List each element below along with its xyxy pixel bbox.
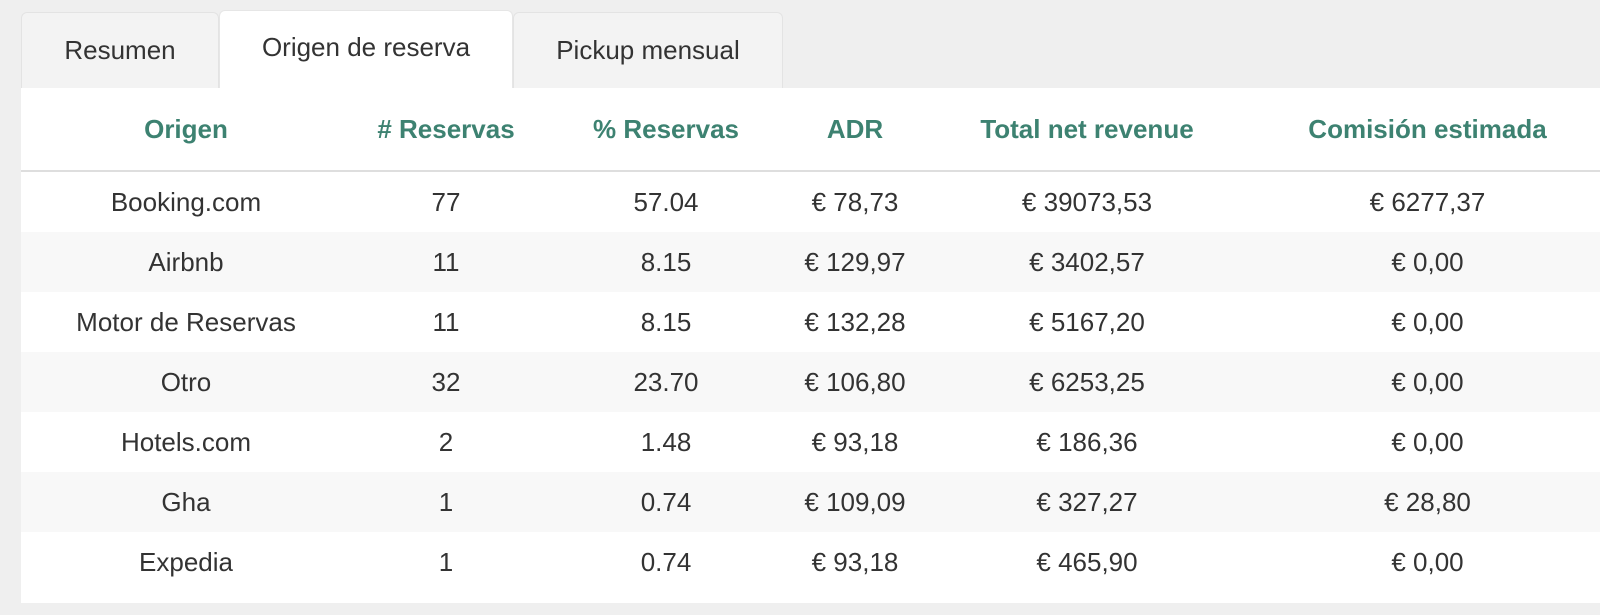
cell-comision: € 0,00 (1255, 232, 1600, 292)
cell-origen: Airbnb (21, 232, 351, 292)
booking-origin-table: Origen # Reservas % Reservas ADR Total n… (21, 88, 1600, 592)
table-row: Gha 1 0.74 € 109,09 € 327,27 € 28,80 (21, 472, 1600, 532)
cell-porcentaje: 0.74 (541, 472, 791, 532)
cell-revenue: € 6253,25 (919, 352, 1255, 412)
cell-porcentaje: 57.04 (633, 186, 699, 217)
column-header-adr[interactable]: ADR (791, 88, 919, 172)
table-row: Otro 32 23.70 € 106,80 € 6253,25 € 0,00 (21, 352, 1600, 412)
cell-adr: € 129,97 (791, 232, 919, 292)
cell-adr: € 109,09 (791, 472, 919, 532)
column-header-total-net-revenue[interactable]: Total net revenue (919, 88, 1255, 172)
cell-origen: Expedia (139, 546, 233, 577)
tab-bar: Resumen Origen de reserva Pickup mensual (21, 10, 783, 88)
column-header-reservas[interactable]: # Reservas (351, 88, 541, 172)
cell-comision: € 0,00 (1391, 306, 1464, 337)
cell-reservas: 1 (438, 546, 454, 577)
table-header-row: Origen # Reservas % Reservas ADR Total n… (21, 88, 1600, 172)
cell-reservas: 32 (351, 352, 541, 412)
cell-adr: € 106,80 (791, 352, 919, 412)
cell-adr: € 93,18 (811, 546, 899, 577)
cell-porcentaje: 1.48 (640, 426, 692, 457)
cell-comision: € 28,80 (1255, 472, 1600, 532)
cell-porcentaje: 0.74 (640, 546, 692, 577)
cell-comision: € 0,00 (1391, 546, 1464, 577)
cell-origen: Gha (21, 472, 351, 532)
tab-origen-de-reserva[interactable]: Origen de reserva (219, 10, 513, 88)
column-header-comision-estimada[interactable]: Comisión estimada (1255, 88, 1600, 172)
cell-revenue: € 186,36 (1036, 426, 1138, 457)
tab-resumen[interactable]: Resumen (21, 12, 219, 88)
cell-revenue: € 5167,20 (1029, 306, 1145, 337)
table-row: Expedia 1 0.74 € 93,18 € 465,90 € 0,00 (21, 532, 1600, 592)
cell-adr: € 93,18 (811, 426, 899, 457)
cell-porcentaje: 8.15 (541, 232, 791, 292)
cell-reservas: 77 (431, 186, 461, 217)
cell-reservas: 11 (351, 232, 541, 292)
cell-porcentaje: 23.70 (541, 352, 791, 412)
cell-revenue: € 3402,57 (919, 232, 1255, 292)
column-header-porcentaje-reservas[interactable]: % Reservas (541, 88, 791, 172)
cell-revenue: € 465,90 (1036, 546, 1138, 577)
tab-panel-origen: Origen # Reservas % Reservas ADR Total n… (21, 88, 1600, 603)
cell-reservas: 2 (438, 426, 454, 457)
cell-reservas: 11 (432, 306, 460, 337)
cell-porcentaje: 8.15 (640, 306, 692, 337)
cell-revenue: € 327,27 (919, 472, 1255, 532)
cell-adr: € 132,28 (804, 306, 906, 337)
table-row: Booking.com 77 57.04 € 78,73 € 39073,53 … (21, 171, 1600, 232)
cell-origen: Otro (21, 352, 351, 412)
tab-pickup-mensual[interactable]: Pickup mensual (513, 12, 783, 88)
cell-origen: Hotels.com (120, 426, 252, 457)
cell-comision: € 6277,37 (1369, 186, 1486, 217)
cell-revenue: € 39073,53 (1021, 186, 1153, 217)
table-row: Motor de Reservas 11 8.15 € 132,28 € 516… (21, 292, 1600, 352)
cell-adr: € 78,73 (811, 186, 899, 217)
table-row: Airbnb 11 8.15 € 129,97 € 3402,57 € 0,00 (21, 232, 1600, 292)
column-header-origen[interactable]: Origen (21, 88, 351, 172)
cell-comision: € 0,00 (1255, 352, 1600, 412)
table-row: Hotels.com 2 1.48 € 93,18 € 186,36 € 0,0… (21, 412, 1600, 472)
cell-origen: Booking.com (110, 186, 262, 217)
cell-comision: € 0,00 (1391, 426, 1464, 457)
cell-origen: Motor de Reservas (76, 306, 296, 337)
cell-reservas: 1 (351, 472, 541, 532)
